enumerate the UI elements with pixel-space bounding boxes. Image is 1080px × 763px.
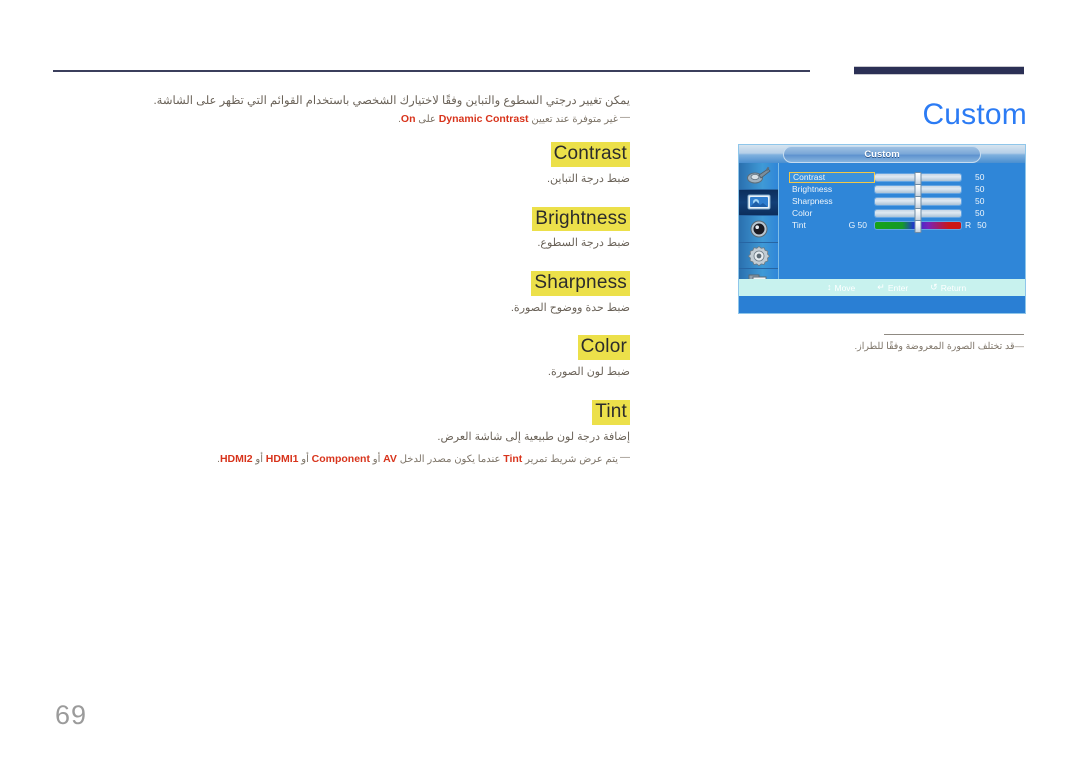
osd-slider-sharpness[interactable]: [875, 195, 961, 209]
return-arrow-icon: ↺: [930, 282, 938, 292]
heading-sharpness-wrap: Sharpness: [150, 270, 630, 296]
heading-contrast-wrap: Contrast: [150, 142, 630, 167]
osd-footer-move-label: Move: [834, 282, 856, 293]
desc-contrast: ضبط درجة التباين.: [546, 172, 630, 185]
osd-row-color[interactable]: Color 50: [779, 207, 1025, 221]
osd-label-contrast: Contrast: [789, 171, 875, 183]
osd-titlebar: Custom: [739, 145, 1025, 163]
osd-slider-color[interactable]: [875, 207, 961, 221]
osd-label-tint: Tint: [792, 219, 806, 230]
desc-color: ضبط لون الصورة.: [547, 366, 630, 379]
picture-icon: [746, 192, 772, 212]
osd-sidebar-item-sound[interactable]: [739, 216, 778, 243]
tint-note-keyword-av: AV: [383, 453, 397, 466]
osd-caption-dash-icon: —: [1014, 341, 1025, 352]
tint-note-keyword-hdmi2: HDMI2: [219, 453, 253, 466]
osd-sidebar-item-input[interactable]: [739, 163, 778, 190]
osd-value-tint: 50: [977, 220, 987, 230]
osd-tint-green-value: G 50: [848, 220, 867, 230]
header-thick-rule: [854, 66, 1024, 75]
osd-tint-red-label: R: [965, 220, 972, 230]
desc-brightness: ضبط درجة السطوع.: [537, 237, 630, 250]
input-source-icon: [746, 166, 772, 186]
note-keyword-on: On: [400, 113, 416, 126]
section-contrast: Contrast ضبط درجة التباين.: [150, 142, 630, 188]
osd-value-contrast: 50: [975, 172, 985, 182]
heading-brightness: Brightness: [532, 206, 630, 232]
intro-paragraph: يمكن تغيير درجتي السطوع والتباين وفقًا ل…: [153, 95, 630, 107]
desc-tint: إضافة درجة لون طبيعية إلى شاشة العرض.: [437, 430, 630, 443]
page-title: Custom: [922, 98, 1027, 131]
osd-footer-return-label: Return: [940, 282, 967, 293]
osd-footer-enter-label: Enter: [887, 282, 909, 293]
tint-note-keyword-hdmi1: HDMI1: [265, 453, 299, 466]
section-sharpness: Sharpness ضبط حدة ووضوح الصورة.: [150, 270, 630, 317]
osd-caption: —قد تختلف الصورة المعروضة وفقًا للطراز.: [724, 340, 1024, 354]
osd-label-color: Color: [792, 207, 813, 218]
heading-brightness-wrap: Brightness: [150, 206, 630, 232]
tint-source-note: ― يتم عرض شريط تمرير Tint عندما يكون مصد…: [150, 452, 630, 468]
osd-slider-contrast[interactable]: [875, 171, 961, 185]
tint-note-dash-icon: ―: [620, 452, 630, 464]
heading-color-wrap: Color: [150, 335, 630, 361]
osd-footer-return[interactable]: ↺ Return: [930, 283, 966, 293]
updown-arrow-icon: ↕: [827, 282, 832, 292]
osd-knob-tint[interactable]: [914, 219, 922, 233]
section-tint: Tint إضافة درجة لون طبيعية إلى شاشة العر…: [150, 399, 630, 468]
header-thin-rule: [53, 70, 810, 72]
osd-slider-brightness[interactable]: [875, 183, 961, 197]
sound-icon: [748, 219, 770, 239]
osd-row-contrast[interactable]: Contrast 50: [779, 171, 1025, 185]
heading-tint-wrap: Tint: [150, 399, 630, 425]
osd-footer: ↕ Move ↵ Enter ↺ Return: [739, 279, 1025, 296]
page-number: 69: [55, 700, 88, 730]
section-color: Color ضبط لون الصورة.: [150, 335, 630, 381]
osd-label-brightness: Brightness: [792, 183, 833, 194]
osd-slider-tint[interactable]: [875, 219, 961, 233]
note-dash-icon: ―: [620, 112, 630, 124]
osd-footer-enter[interactable]: ↵ Enter: [877, 283, 908, 293]
note-prefix: غير متوفرة عند تعيين: [531, 114, 618, 126]
osd-value-color: 50: [975, 208, 985, 218]
osd-value-brightness: 50: [975, 184, 985, 194]
tint-note-or3: أو: [255, 454, 263, 466]
osd-caption-rule: [884, 334, 1024, 335]
osd-row-sharpness[interactable]: Sharpness 50: [779, 195, 1025, 209]
osd-sidebar-item-system[interactable]: [739, 243, 778, 270]
osd-panel: Custom Contrast 50 Brightness 50 Sharpne…: [739, 145, 1025, 313]
system-gear-icon: [747, 245, 771, 267]
note-keyword-dynamic-contrast: Dynamic Contrast: [438, 113, 529, 126]
heading-color: Color: [577, 335, 630, 361]
osd-row-brightness[interactable]: Brightness 50: [779, 183, 1025, 197]
tint-note-keyword-component: Component: [311, 453, 370, 466]
dynamic-contrast-note: ― غير متوفرة عند تعيين Dynamic Contrast …: [150, 112, 630, 128]
osd-value-sharpness: 50: [975, 196, 985, 206]
osd-label-sharpness: Sharpness: [792, 195, 833, 206]
tint-note-mid: عندما يكون مصدر الدخل: [399, 454, 501, 466]
note-mid: على: [418, 114, 436, 126]
osd-menu-list: Contrast 50 Brightness 50 Sharpness 50 C…: [779, 163, 1025, 296]
osd-footer-move[interactable]: ↕ Move: [827, 283, 855, 293]
desc-sharpness: ضبط حدة ووضوح الصورة.: [510, 301, 630, 314]
page-header-rules: [0, 0, 1080, 80]
tint-note-or2: أو: [301, 454, 309, 466]
tint-note-prefix: يتم عرض شريط تمرير: [525, 454, 618, 466]
tint-note-keyword-tint: Tint: [503, 453, 523, 466]
osd-title: Custom: [783, 146, 981, 163]
osd-body: Contrast 50 Brightness 50 Sharpness 50 C…: [739, 163, 1025, 296]
tint-note-or1: أو: [372, 454, 381, 466]
osd-caption-text: قد تختلف الصورة المعروضة وفقًا للطراز.: [854, 341, 1015, 352]
heading-contrast: Contrast: [550, 142, 630, 167]
osd-sidebar: [739, 163, 779, 296]
section-brightness: Brightness ضبط درجة السطوع.: [150, 206, 630, 253]
enter-key-icon: ↵: [877, 282, 885, 292]
heading-tint: Tint: [592, 399, 630, 425]
heading-sharpness: Sharpness: [531, 270, 630, 296]
content-column: يمكن تغيير درجتي السطوع والتباين وفقًا ل…: [150, 92, 630, 474]
osd-row-tint[interactable]: Tint G 50 R 50: [779, 219, 1025, 233]
osd-sidebar-item-picture[interactable]: [739, 189, 778, 217]
